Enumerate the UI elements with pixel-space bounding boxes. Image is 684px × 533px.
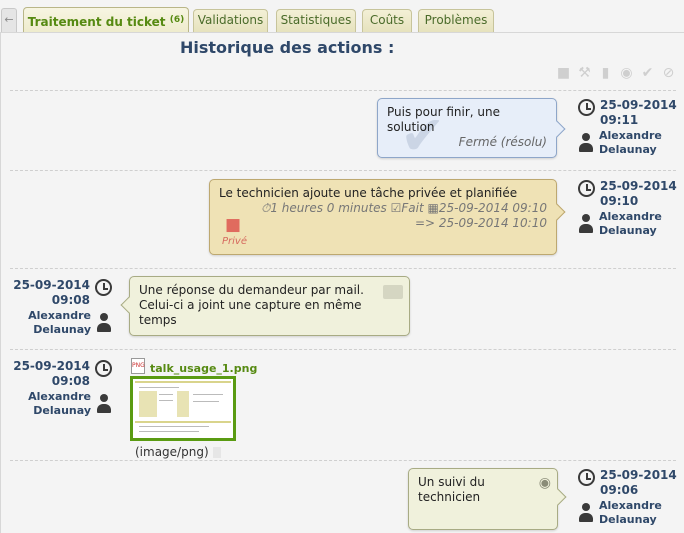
- png-file-icon: PNG: [131, 358, 145, 374]
- thumb-detail: [177, 391, 189, 417]
- user-icon: [578, 503, 594, 523]
- task-state: Fait: [401, 201, 424, 215]
- entry-user-first: Alexandre: [28, 390, 91, 403]
- followup-text-line: Une réponse du demandeur par mail.: [139, 283, 364, 297]
- thumb-detail: [135, 421, 231, 423]
- entry-meta: 25-09-2014 09:10 Alexandre Delaunay: [578, 179, 684, 238]
- entry-time: 09:08: [51, 374, 90, 388]
- tab-ticket-processing[interactable]: Traitement du ticket (6): [23, 7, 189, 33]
- thumb-detail: [159, 394, 173, 395]
- entry-meta: 25-09-2014 09:08 Alexandre Delaunay: [2, 278, 112, 337]
- entry-user-first: Alexandre: [599, 129, 662, 142]
- thumb-detail: [139, 391, 157, 417]
- comment-icon[interactable]: ■: [556, 66, 571, 81]
- entry-meta: 25-09-2014 09:08 Alexandre Delaunay: [2, 359, 112, 418]
- timer-icon: ⏱: [260, 201, 271, 215]
- private-label: Privé: [222, 236, 247, 247]
- solution-text: Puis pour finir, une solution: [387, 105, 500, 134]
- thumb-detail: [193, 401, 219, 402]
- entry-user-first: Alexandre: [599, 499, 662, 512]
- separator: [10, 460, 676, 461]
- validation-icon[interactable]: ◉: [619, 66, 634, 81]
- thumb-detail: [139, 426, 209, 427]
- timeline-filters: ■ ⚒ ▮ ◉ ✔ ⊘: [556, 66, 676, 82]
- task-end: => 25-09-2014 10:10: [414, 216, 547, 230]
- private-marker: ■ Privé: [222, 215, 247, 249]
- entry-date: 25-09-2014: [600, 179, 677, 193]
- attachment-mime: (image/png): [135, 445, 209, 459]
- tab-problems[interactable]: Problèmes: [418, 9, 494, 32]
- entry-user-last: Delaunay: [33, 404, 91, 417]
- clock-icon: [578, 469, 595, 486]
- mime-marker: [213, 447, 221, 458]
- lock-icon: ■: [224, 215, 242, 235]
- entry-user-first: Alexandre: [599, 210, 662, 223]
- user-icon: [578, 214, 594, 234]
- entry-date: 25-09-2014: [600, 98, 677, 112]
- entry-date: 25-09-2014: [600, 468, 677, 482]
- tab-statistics[interactable]: Statistiques: [276, 9, 356, 32]
- entry-user-last: Delaunay: [33, 323, 91, 336]
- entry-time: 09:08: [51, 293, 90, 307]
- followup-text-line: technicien: [418, 490, 481, 504]
- thumb-detail: [139, 387, 179, 388]
- separator: [10, 349, 676, 350]
- thumb-detail: [135, 381, 231, 383]
- followup-text-line: Celui-ci a joint une capture en même: [139, 298, 362, 312]
- followup-text-line: temps: [139, 313, 177, 327]
- entry-date: 25-09-2014: [13, 359, 90, 373]
- tab-label: Traitement du ticket: [27, 15, 166, 29]
- user-icon: [96, 394, 112, 414]
- users-icon: ◉: [538, 475, 551, 491]
- clock-icon: [578, 99, 595, 116]
- entry-user-last: Delaunay: [599, 513, 657, 526]
- solution-status: Fermé (résolu): [458, 135, 547, 149]
- tab-costs[interactable]: Coûts: [362, 9, 412, 32]
- page-title: Historique des actions :: [180, 38, 395, 57]
- followup-text-line: Un suivi du: [418, 475, 485, 489]
- checkbox-icon: ☑: [390, 201, 402, 215]
- separator: [10, 170, 676, 171]
- followup-bubble: Un suivi du technicien ◉: [408, 468, 567, 530]
- thumb-detail: [193, 394, 223, 395]
- entry-time: 09:10: [600, 194, 639, 208]
- entry-user-last: Delaunay: [599, 143, 657, 156]
- entry-user-first: Alexandre: [28, 309, 91, 322]
- task-details: ⏱1 heures 0 minutes ☑Fait ▦25-09-2014 09…: [219, 201, 547, 216]
- calendar-icon: ▦: [427, 201, 439, 215]
- tab-count-badge: (6): [169, 15, 185, 25]
- task-text: Le technicien ajoute une tâche privée et…: [219, 186, 518, 200]
- entry-user-last: Delaunay: [599, 224, 657, 237]
- wrench-icon[interactable]: ⚒: [577, 66, 592, 81]
- entry-meta: 25-09-2014 09:06 Alexandre Delaunay: [578, 468, 684, 527]
- clock-icon: [95, 360, 112, 377]
- clock-icon: [578, 180, 595, 197]
- thumb-detail: [159, 400, 173, 401]
- mail-icon: [383, 285, 403, 299]
- refused-icon[interactable]: ⊘: [661, 66, 676, 81]
- tabs-back-button[interactable]: ←: [1, 8, 17, 32]
- task-duration: 1 heures 0 minutes: [270, 201, 387, 215]
- entry-date: 25-09-2014: [13, 278, 90, 292]
- clock-icon: [95, 279, 112, 296]
- entry-time: 09:11: [600, 113, 639, 127]
- task-begin: 25-09-2014 09:10: [438, 201, 547, 215]
- solution-bubble: ✔ Puis pour finir, une solution Fermé (r…: [377, 98, 566, 163]
- user-icon: [578, 133, 594, 153]
- entry-time: 09:06: [600, 483, 639, 497]
- task-bubble: Le technicien ajoute une tâche privée et…: [209, 179, 566, 255]
- separator: [10, 90, 676, 91]
- user-icon: [96, 313, 112, 333]
- separator: [10, 268, 676, 269]
- tab-validations[interactable]: Validations: [193, 9, 268, 32]
- tab-bar: ← Traitement du ticket (6) Validations S…: [0, 0, 684, 33]
- attachment-thumbnail[interactable]: [130, 376, 236, 441]
- followup-bubble: Une réponse du demandeur par mail. Celui…: [120, 276, 410, 336]
- check-icon[interactable]: ✔: [640, 66, 655, 81]
- attachment-link[interactable]: talk_usage_1.png: [150, 362, 257, 375]
- thumb-detail: [139, 431, 199, 432]
- entry-meta: 25-09-2014 09:11 Alexandre Delaunay: [578, 98, 684, 157]
- document-icon[interactable]: ▮: [598, 66, 613, 81]
